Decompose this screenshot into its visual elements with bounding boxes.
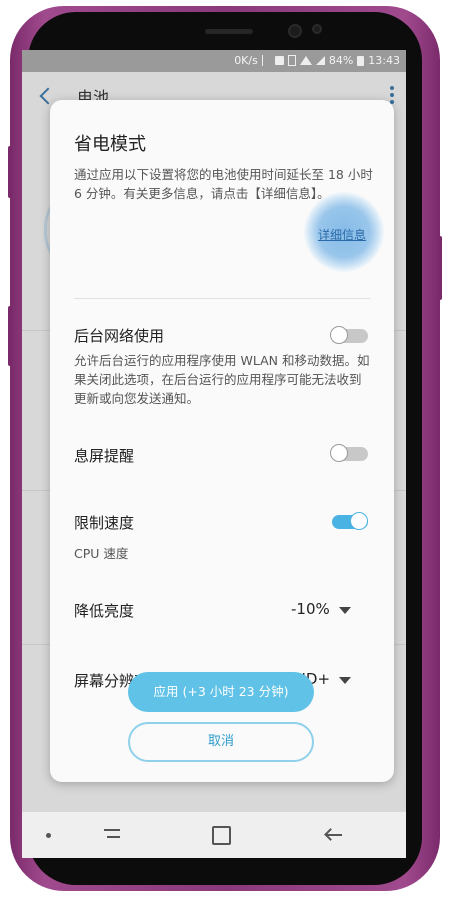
cancel-button[interactable]: 取消 [128,722,314,762]
chevron-down-icon[interactable] [339,677,351,684]
sensor-icon [312,24,322,34]
brightness-dropdown[interactable]: -10% [291,600,330,618]
navigation-bar [22,812,406,858]
always-on-display-title: 息屏提醒 [74,447,135,465]
earpiece-speaker [205,29,253,34]
signal-icon [315,56,325,65]
apply-button[interactable]: 应用 (+3 小时 23 分钟) [128,672,314,712]
details-link[interactable]: 详细信息 [318,226,366,243]
vibrate-icon [287,55,296,66]
toggle-knob [350,512,368,530]
back-icon[interactable] [326,834,342,836]
background-network-toggle[interactable] [330,326,368,344]
always-on-display-toggle[interactable] [330,444,368,462]
divider [74,298,370,299]
limit-speed-subtitle: CPU 速度 [74,546,129,561]
recent-apps-icon[interactable] [104,827,120,841]
side-button-right [438,236,442,300]
battery-percent: 84% [328,54,354,67]
side-button-left-2 [8,306,12,366]
bluetooth-icon [261,55,271,66]
background-network-description: 允许后台运行的应用程序使用 WLAN 和移动数据。如果关闭此选项，在后台运行的应… [74,353,370,406]
network-speed: 0K/s [234,54,258,67]
limit-speed-toggle[interactable] [332,512,368,530]
home-icon[interactable] [212,826,231,845]
toggle-knob [330,444,348,462]
toggle-knob [330,326,348,344]
nfc-icon [274,56,284,65]
front-camera-icon [288,24,302,38]
screen: 0K/s 84% 13:43 电池 省电模式 通过应用以下设置将您的电池使用时间… [22,50,406,858]
status-bar: 0K/s 84% 13:43 [22,50,406,72]
limit-speed-title: 限制速度 [74,514,135,532]
wifi-icon [299,56,312,65]
side-button-left-1 [8,146,12,198]
chevron-down-icon[interactable] [339,607,351,614]
dialog-title: 省电模式 [74,134,146,155]
background-network-title: 后台网络使用 [74,327,165,345]
battery-icon [357,55,365,66]
nav-dot-icon[interactable] [46,833,51,838]
reduce-brightness-title: 降低亮度 [74,602,135,620]
clock: 13:43 [368,54,400,67]
